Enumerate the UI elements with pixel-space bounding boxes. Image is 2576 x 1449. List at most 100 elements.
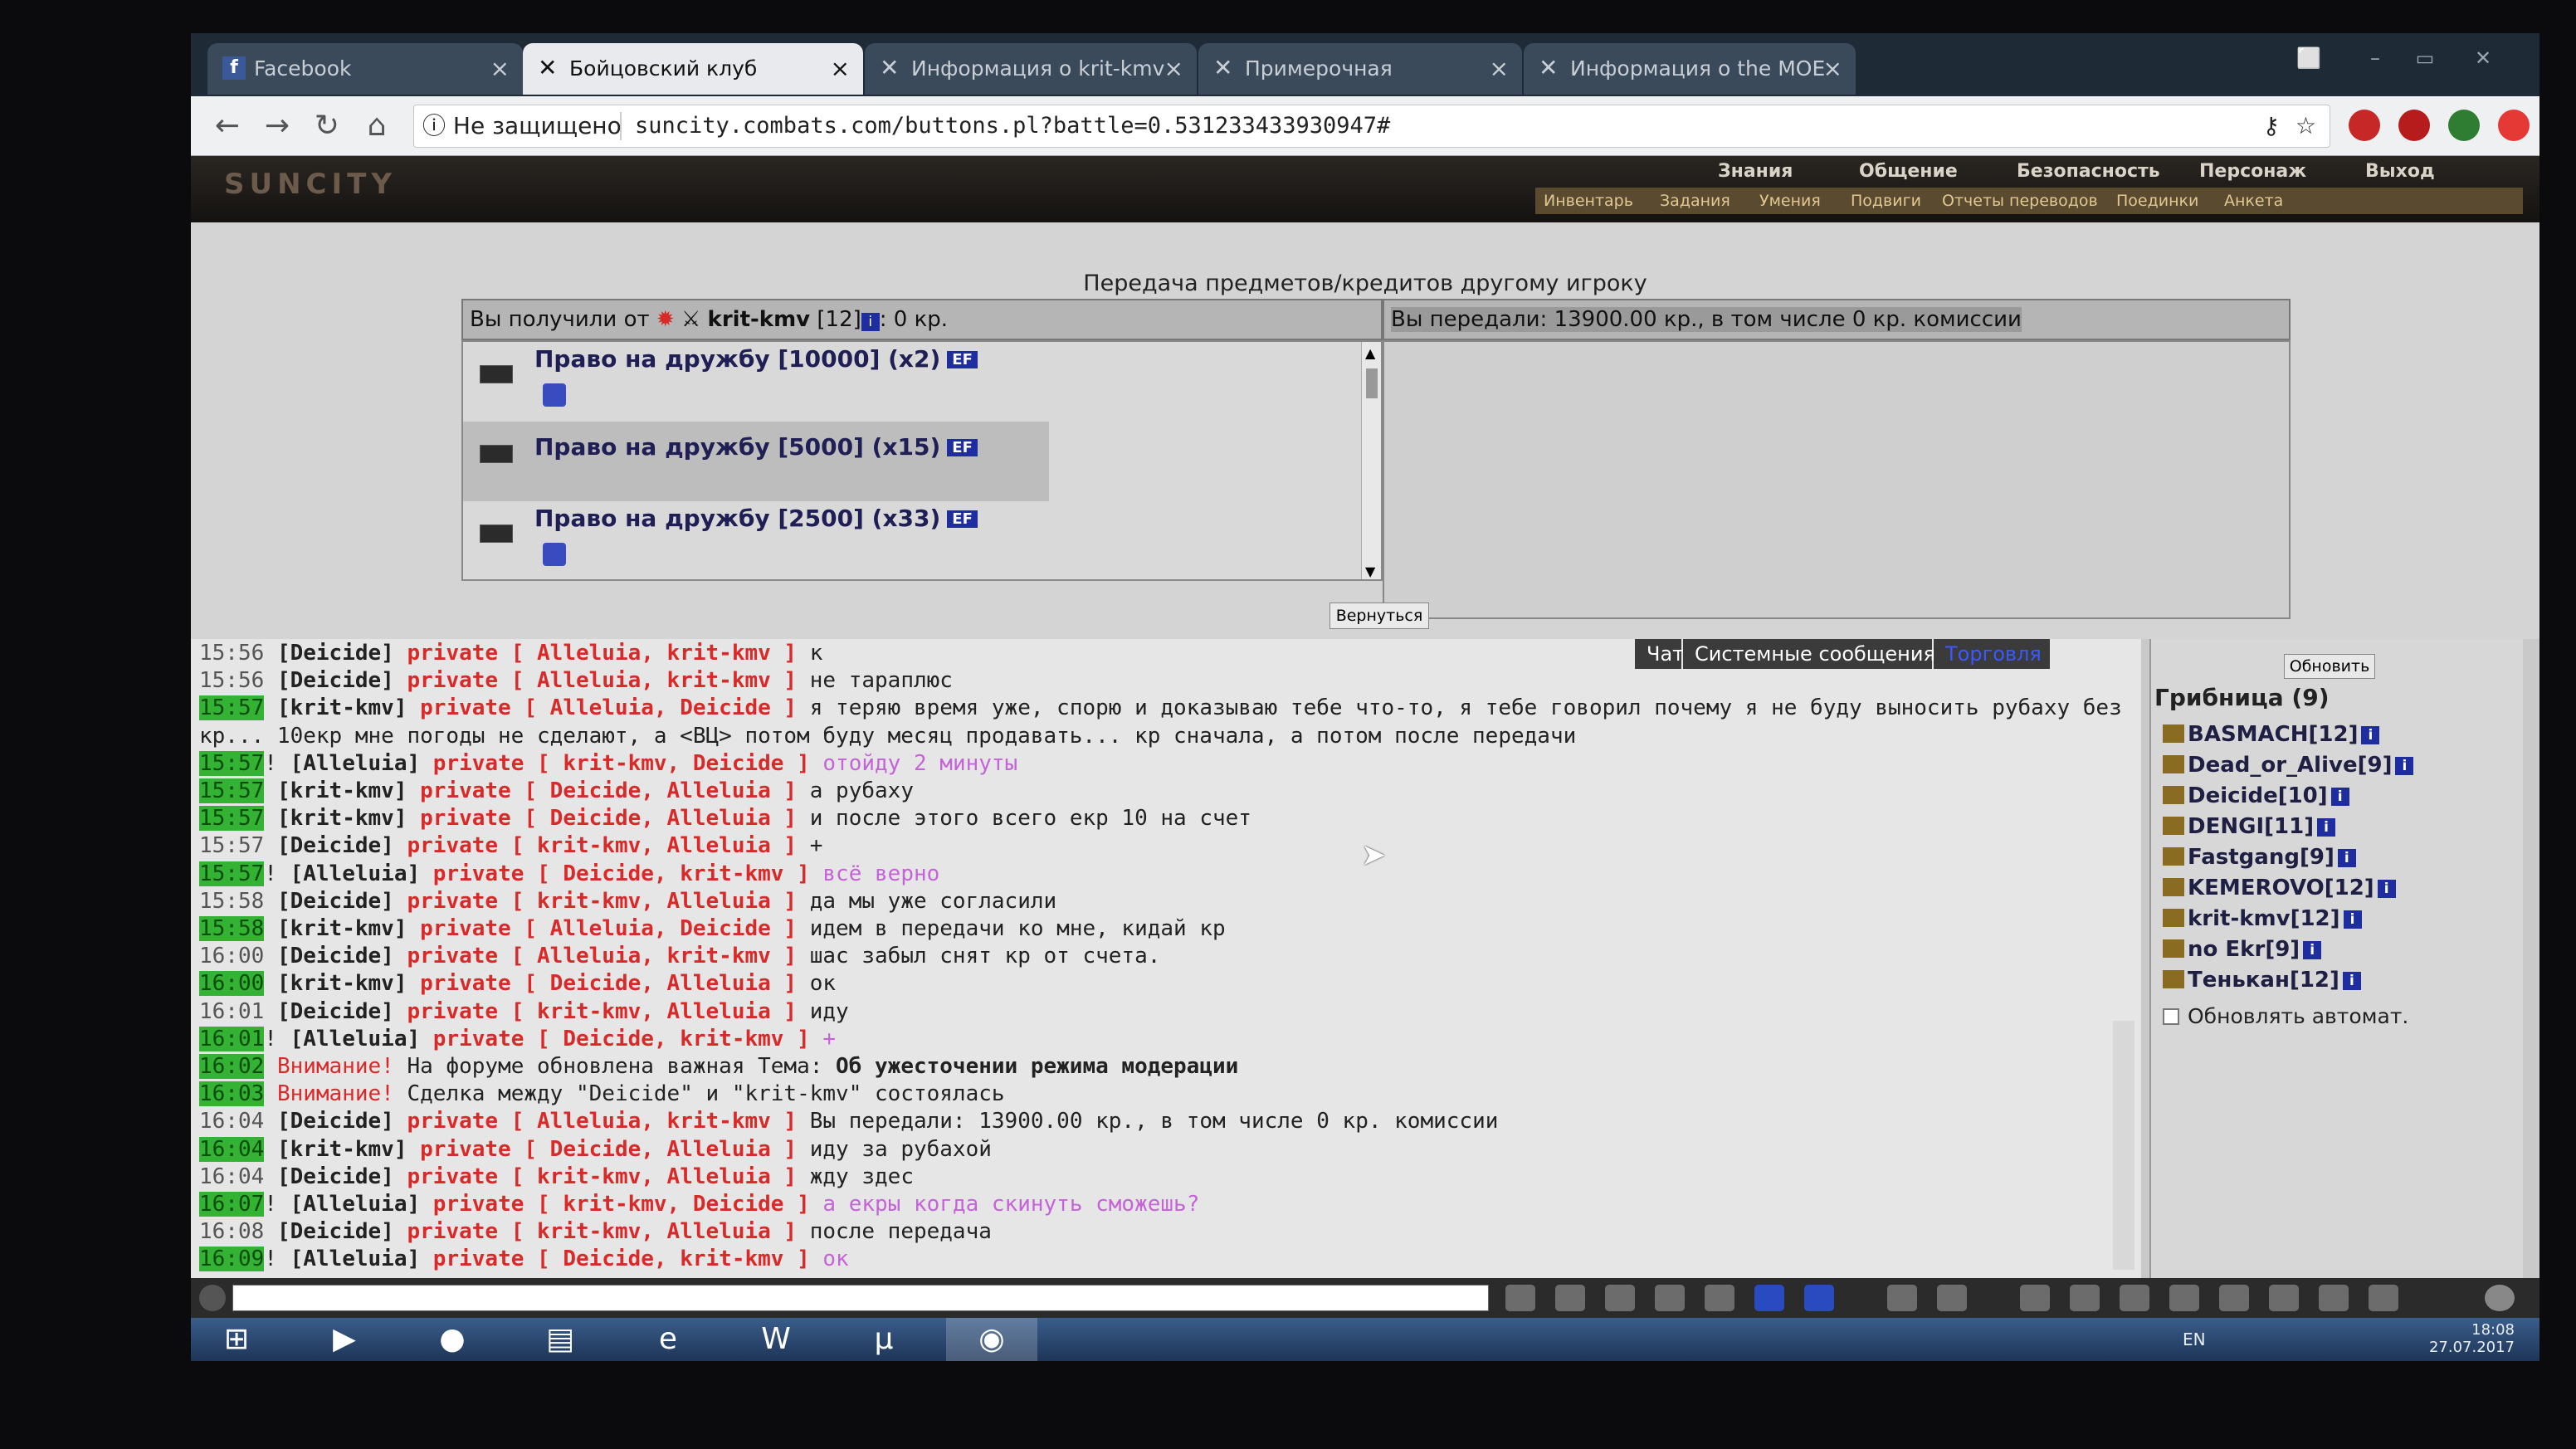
extension-icon[interactable] (2498, 110, 2530, 141)
private-message-icon[interactable] (2163, 878, 2184, 896)
info-icon[interactable]: i (2337, 849, 2356, 867)
items-scrollbar[interactable]: ▲ ▼ (1361, 342, 1381, 579)
user-entry[interactable]: no Ekr[9] i (2163, 937, 2322, 962)
private-recipients[interactable]: private [ krit-kmv, Deicide ] (433, 1192, 810, 1217)
private-recipients[interactable]: private [ Alleluia, krit-kmv ] (407, 944, 797, 968)
chat-nick[interactable]: [Deicide] (277, 889, 394, 914)
bookmark-star-icon[interactable]: ☆ (2295, 105, 2316, 147)
user-entry[interactable]: Deicide[10] i (2163, 783, 2349, 808)
private-message-icon[interactable] (2163, 970, 2184, 988)
tab-info-the-moe[interactable]: ✕ Информация о the MOE × (1524, 43, 1856, 95)
list-item[interactable]: Право на дружбу [2500] (x33) EF (463, 501, 1049, 579)
chat-nick[interactable]: [krit-kmv] (277, 695, 407, 720)
play-icon[interactable] (2485, 1285, 2515, 1311)
private-message-icon[interactable] (2163, 755, 2184, 773)
chat-nick[interactable]: [Deicide] (277, 641, 394, 666)
info-icon[interactable]: i (2395, 757, 2414, 775)
chat-nick[interactable]: [Deicide] (277, 1109, 394, 1134)
submenu-inventar[interactable]: Инвентарь (1544, 188, 1633, 214)
list-item[interactable]: Право на дружбу [10000] (x2) EF (463, 342, 1049, 422)
private-recipients[interactable]: private [ Alleluia, krit-kmv ] (407, 641, 797, 666)
system-clock[interactable]: 18:08 27.07.2017 (2429, 1318, 2515, 1361)
address-bar[interactable]: ⓘ Не защищено suncity.combats.com/button… (413, 105, 2330, 148)
map-icon[interactable] (2219, 1285, 2249, 1311)
private-recipients[interactable]: private [ Deicide, krit-kmv ] (433, 1247, 810, 1271)
chat-nick[interactable]: [Deicide] (277, 944, 394, 968)
quest-icon[interactable] (2269, 1285, 2299, 1311)
submenu-anketa[interactable]: Анкета (2224, 188, 2283, 214)
info-icon[interactable]: i (2330, 788, 2349, 806)
language-indicator[interactable]: EN (2183, 1329, 2206, 1349)
spell-icon[interactable] (2070, 1285, 2100, 1311)
user-entry[interactable]: krit-kmv[12] i (2163, 906, 2362, 931)
tab-system-messages[interactable]: Системные сообщения (1683, 639, 1935, 669)
private-recipients[interactable]: private [ Deicide, krit-kmv ] (433, 861, 810, 886)
tab-primerochnaya[interactable]: ✕ Примерочная × (1198, 43, 1522, 95)
security-indicator[interactable]: ⓘ Не защищено (422, 105, 622, 147)
tab-boitsovsky-klub[interactable]: ✕ Бойцовский клуб × (523, 43, 863, 95)
submenu-otchety[interactable]: Отчеты переводов (1942, 188, 2098, 214)
private-recipients[interactable]: private [ Alleluia, krit-kmv ] (407, 1109, 797, 1134)
private-recipients[interactable]: private [ Deicide, Alleluia ] (420, 806, 797, 831)
private-message-icon[interactable] (2163, 817, 2184, 835)
info-icon[interactable]: i (2343, 910, 2362, 929)
chat-nick[interactable]: [Deicide] (277, 668, 394, 693)
shield-extension-icon[interactable] (2448, 110, 2480, 141)
private-recipients[interactable]: private [ Deicide, krit-kmv ] (433, 1027, 810, 1051)
back-arrow-icon[interactable]: ← (207, 106, 247, 146)
list-item[interactable]: Право на дружбу [5000] (x15) EF (463, 422, 1049, 501)
close-tab-icon[interactable]: × (1490, 43, 1509, 95)
user-entry[interactable]: KEMEROVO[12] i (2163, 876, 2396, 900)
private-message-icon[interactable] (2163, 847, 2184, 866)
user-entry[interactable]: Dead_or_Alive[9] i (2163, 753, 2414, 778)
start-button-icon[interactable]: ⊞ (191, 1318, 282, 1361)
private-recipients[interactable]: private [ krit-kmv, Alleluia ] (407, 889, 797, 914)
refresh-button[interactable]: Обновить (2284, 654, 2375, 679)
chat-nick[interactable]: [Alleluia] (290, 751, 421, 776)
chat-nick[interactable]: [krit-kmv] (277, 916, 407, 941)
close-tab-icon[interactable]: × (831, 43, 850, 95)
back-button[interactable]: Вернуться (1329, 603, 1429, 629)
chat-nick[interactable]: [krit-kmv] (277, 778, 407, 803)
chat-nick[interactable]: [krit-kmv] (277, 806, 407, 831)
save-icon[interactable] (1655, 1285, 1685, 1311)
tab-facebook[interactable]: f Facebook × (207, 43, 523, 95)
shield-icon[interactable] (2169, 1285, 2199, 1311)
smiles-panel-icon[interactable] (1937, 1285, 1967, 1311)
chat-nick[interactable]: [Deicide] (277, 833, 394, 858)
menu-vykhod[interactable]: Выход (2365, 161, 2435, 182)
chat-nick[interactable]: [Alleluia] (290, 1192, 421, 1217)
info-icon[interactable]: i (2377, 880, 2396, 898)
chat-input[interactable] (232, 1285, 1489, 1311)
close-window-icon[interactable]: ✕ (2465, 46, 2501, 70)
close-tab-icon[interactable]: × (1164, 43, 1183, 95)
friends-icon[interactable] (2319, 1285, 2349, 1311)
explorer-folder-icon[interactable]: ▤ (515, 1318, 606, 1361)
menu-personazh[interactable]: Персонаж (2199, 161, 2306, 182)
chat-nick[interactable]: [Alleluia] (290, 1027, 421, 1051)
private-message-icon[interactable] (2163, 724, 2184, 743)
private-recipients[interactable]: private [ Deicide, Alleluia ] (420, 778, 797, 803)
utorrent-icon[interactable]: µ (838, 1318, 929, 1361)
private-message-icon[interactable] (2163, 786, 2184, 804)
media-player-icon[interactable]: ▶ (299, 1318, 390, 1361)
smiley-icon[interactable] (1887, 1285, 1917, 1311)
user-entry[interactable]: BASMACH[12] i (2163, 722, 2380, 747)
forum-topic-link[interactable]: Об ужесточении режима модерации (836, 1054, 1238, 1079)
private-recipients[interactable]: private [ Deicide, Alleluia ] (420, 1137, 797, 1162)
info-icon[interactable]: i (2361, 726, 2380, 744)
fight-icon[interactable] (1705, 1285, 1734, 1311)
profile-icon[interactable]: ⬜ (2291, 46, 2327, 70)
info-icon[interactable]: i (2342, 972, 2361, 990)
info-icon[interactable]: i (2303, 941, 2322, 959)
scroll-up-icon[interactable]: ▲ (1365, 345, 1375, 361)
submenu-poedinki[interactable]: Поединки (2116, 188, 2198, 214)
menu-znaniya[interactable]: Знания (1718, 161, 1793, 182)
checkbox[interactable] (2163, 1008, 2179, 1025)
private-recipients[interactable]: private [ Deicide, Alleluia ] (420, 971, 797, 996)
filter-icon[interactable] (1605, 1285, 1635, 1311)
chat-nick[interactable]: [Deicide] (277, 1164, 394, 1189)
messenger-icon[interactable]: ● (407, 1318, 498, 1361)
key-icon[interactable]: ⚷ (2262, 105, 2280, 147)
chrome-icon[interactable]: ◉ (946, 1318, 1037, 1361)
